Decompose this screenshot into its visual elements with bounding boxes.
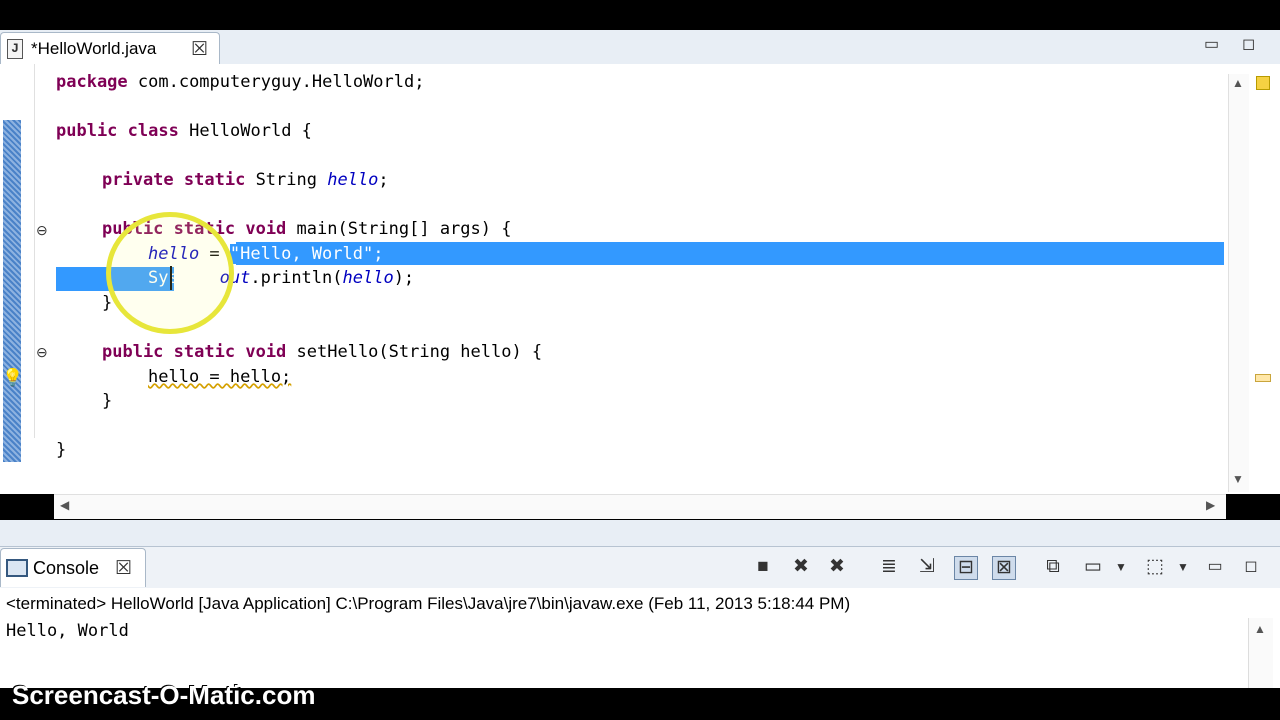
code-line: }	[102, 391, 113, 411]
console-icon	[6, 559, 28, 577]
scroll-right-arrow-icon[interactable]: ▶	[1206, 498, 1215, 512]
pin-console-icon[interactable]: ⊟	[954, 556, 978, 580]
open-console-icon[interactable]: ⧉	[1042, 556, 1064, 578]
display-console-icon[interactable]: ⊠	[992, 556, 1016, 580]
scroll-lock-icon[interactable]: ≣	[878, 556, 900, 578]
scroll-left-arrow-icon[interactable]: ◀	[60, 498, 69, 512]
code-line: public class HelloWorld {	[56, 121, 312, 141]
console-status-line: <terminated> HelloWorld [Java Applicatio…	[6, 594, 851, 613]
code-line: package com.computeryguy.HelloWorld;	[56, 72, 425, 92]
close-icon[interactable]: ☒	[191, 38, 208, 61]
display-selected-console-icon[interactable]: ▭	[1082, 556, 1104, 578]
quick-diff-bar	[3, 120, 21, 462]
scroll-up-arrow-icon[interactable]: ▲	[1232, 76, 1244, 90]
chevron-down-icon[interactable]: ▼	[1110, 556, 1132, 578]
console-tab-label: Console	[33, 558, 100, 578]
chevron-down-icon[interactable]: ▼	[1172, 556, 1194, 578]
scroll-down-arrow-icon[interactable]: ▼	[1232, 472, 1244, 486]
mouse-highlight-ring	[106, 212, 234, 334]
fold-collapse-icon[interactable]: ⊖	[36, 344, 48, 361]
console-output-text: Hello, World	[6, 621, 129, 641]
watermark-text: Screencast-O-Matic.com	[12, 680, 316, 710]
editor-horizontal-scrollbar[interactable]	[54, 494, 1226, 519]
terminate-icon[interactable]: ■	[752, 556, 774, 578]
code-line: }	[56, 440, 67, 460]
minimize-icon[interactable]: ▭	[1204, 556, 1226, 578]
code-line: hello = hello;	[148, 367, 292, 387]
overview-ruler-warning-mark[interactable]	[1255, 374, 1271, 382]
selection-highlight	[236, 242, 1224, 265]
view-sash[interactable]	[0, 520, 1280, 546]
remove-launch-icon[interactable]: ✖	[790, 556, 812, 578]
maximize-icon[interactable]: ◻	[1240, 556, 1262, 578]
fold-collapse-icon[interactable]: ⊖	[36, 222, 48, 239]
close-icon[interactable]: ☒	[115, 557, 132, 580]
java-file-icon: J	[7, 39, 23, 59]
ruler-separator	[34, 64, 35, 438]
remove-all-icon[interactable]: ✖	[826, 556, 848, 578]
word-wrap-icon[interactable]: ⇲	[916, 556, 938, 578]
editor-tab-helloworld[interactable]: J *HelloWorld.java ☒	[0, 32, 220, 65]
editor-vertical-scrollbar[interactable]	[1228, 74, 1249, 492]
new-console-icon[interactable]: ⬚	[1144, 556, 1166, 578]
maximize-icon[interactable]: ◻	[1242, 34, 1255, 54]
console-tab[interactable]: Console ☒	[0, 548, 146, 587]
warning-lightbulb-icon[interactable]: 💡	[2, 368, 23, 388]
minimize-icon[interactable]: ▭	[1204, 34, 1219, 54]
editor-tab-label: *HelloWorld.java	[31, 39, 157, 58]
overview-ruler-status-icon[interactable]	[1256, 76, 1270, 90]
code-line: private static String hello;	[102, 170, 389, 190]
scroll-up-arrow-icon[interactable]: ▲	[1254, 622, 1266, 636]
code-line: public static void setHello(String hello…	[102, 342, 543, 362]
